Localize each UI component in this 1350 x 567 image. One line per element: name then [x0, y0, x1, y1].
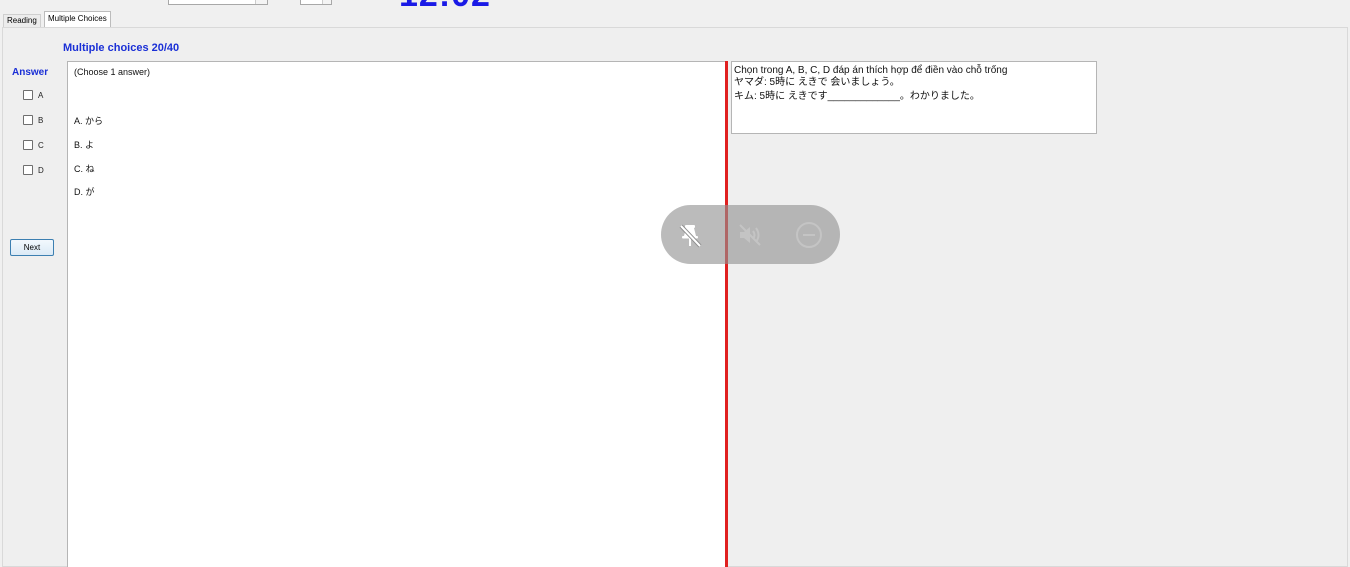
- top-toolbar: [0, 0, 1350, 10]
- toolbar-spinner[interactable]: [300, 0, 332, 5]
- question-line-1: ヤマダ: 5時に えきで 会いましょう。: [734, 77, 900, 88]
- option-b-text: B. よ: [74, 140, 95, 150]
- tab-multiple-choices[interactable]: Multiple Choices: [44, 11, 111, 27]
- question-panel: Chọn trong A, B, C, D đáp án thích hợp đ…: [731, 61, 1097, 134]
- unpin-icon[interactable]: [675, 220, 705, 250]
- countdown-timer: 12:02: [399, 0, 491, 12]
- answer-instruction: (Choose 1 answer): [74, 67, 151, 77]
- checkbox-d-label: D: [38, 165, 44, 175]
- checkbox-c-label: C: [38, 140, 44, 150]
- question-instruction: Chọn trong A, B, C, D đáp án thích hợp đ…: [734, 65, 1008, 76]
- option-c-text: C. ね: [74, 164, 95, 174]
- answer-option-d[interactable]: D: [23, 164, 44, 176]
- checkbox-c[interactable]: [23, 140, 33, 150]
- checkbox-a[interactable]: [23, 90, 33, 100]
- dropdown-arrow-icon[interactable]: [255, 0, 267, 4]
- checkbox-b[interactable]: [23, 115, 33, 125]
- question-line-2: キム: 5時に えきです_____________。わかりました。: [734, 91, 980, 102]
- minus-circle-icon[interactable]: [794, 220, 824, 250]
- answer-option-a[interactable]: A: [23, 89, 43, 101]
- checkbox-a-label: A: [38, 90, 44, 100]
- spinner-arrow-icon[interactable]: [322, 0, 331, 4]
- toolbar-combobox[interactable]: [168, 0, 268, 5]
- answer-heading: Answer: [12, 67, 49, 78]
- next-button[interactable]: Next: [10, 239, 54, 256]
- option-d-text: D. が: [74, 187, 95, 197]
- checkbox-d[interactable]: [23, 165, 33, 175]
- tab-reading[interactable]: Reading: [3, 14, 41, 27]
- mute-icon[interactable]: [735, 220, 765, 250]
- option-a-text: A. から: [74, 116, 104, 126]
- answer-options-panel: (Choose 1 answer) A. から B. よ C. ね D. が: [67, 61, 726, 567]
- panel-splitter[interactable]: [725, 61, 728, 567]
- floating-control-bar: [661, 205, 840, 264]
- question-counter: Multiple choices 20/40: [63, 42, 180, 54]
- checkbox-b-label: B: [38, 115, 44, 125]
- answer-option-b[interactable]: B: [23, 114, 43, 126]
- answer-option-c[interactable]: C: [23, 139, 44, 151]
